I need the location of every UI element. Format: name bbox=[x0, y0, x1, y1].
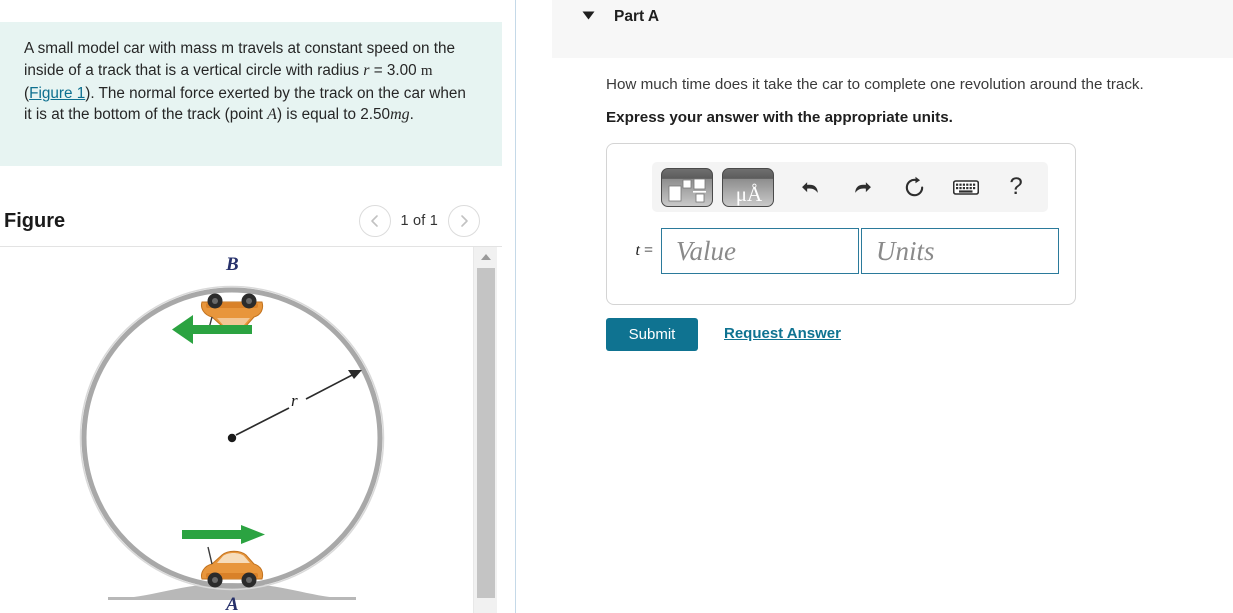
equals-sign: = bbox=[639, 242, 653, 259]
answer-entry-box: μÅ ? t = Value Units bbox=[606, 143, 1076, 305]
figure-title: Figure bbox=[4, 209, 66, 232]
radius-equation: = 3.00 bbox=[369, 61, 417, 79]
mg-expression: mg bbox=[390, 106, 410, 124]
scrollbar-up-button[interactable] bbox=[474, 247, 498, 267]
problem-text: A small model car with mass m travels at… bbox=[24, 38, 468, 126]
keyboard-icon bbox=[953, 179, 979, 195]
radius-label: r bbox=[291, 391, 298, 410]
right-pane: Part A How much time does it take the ca… bbox=[516, 0, 1233, 613]
value-placeholder: Value bbox=[676, 235, 736, 266]
left-pane: A small model car with mass m travels at… bbox=[0, 0, 514, 613]
radius-unit: m bbox=[420, 62, 433, 79]
redo-button[interactable] bbox=[842, 170, 882, 204]
units-instruction: Express your answer with the appropriate… bbox=[606, 109, 953, 126]
help-button[interactable]: ? bbox=[996, 170, 1036, 204]
answer-row: t = Value Units bbox=[625, 228, 1059, 274]
radius-line-lower bbox=[235, 407, 290, 436]
submit-button[interactable]: Submit bbox=[606, 318, 698, 351]
keyboard-button[interactable] bbox=[946, 170, 986, 204]
point-a-label-figure: A bbox=[225, 594, 239, 613]
physics-figure-diagram: r B A bbox=[79, 254, 385, 613]
units-picker-icon: μÅ bbox=[736, 182, 763, 206]
part-collapse-toggle[interactable] bbox=[576, 7, 600, 20]
center-point bbox=[227, 433, 237, 443]
answer-toolbar: μÅ ? bbox=[652, 162, 1048, 212]
figure-prev-button[interactable] bbox=[358, 205, 391, 237]
point-a-label: A bbox=[267, 106, 277, 124]
figure-1-link[interactable]: Figure 1 bbox=[29, 85, 85, 102]
car-at-point-a bbox=[201, 546, 264, 588]
figure-navigation: 1 of 1 bbox=[358, 205, 480, 237]
radius-arrowhead bbox=[348, 370, 362, 379]
figure-next-button[interactable] bbox=[448, 205, 480, 237]
math-template-button[interactable] bbox=[661, 167, 713, 207]
velocity-arrow-bottom bbox=[182, 525, 265, 544]
chevron-left-icon bbox=[370, 215, 378, 227]
question-text: How much time does it take the car to co… bbox=[606, 76, 1144, 93]
point-b-label: B bbox=[225, 254, 239, 275]
figure-scrollbar[interactable] bbox=[473, 247, 497, 613]
problem-period: . bbox=[409, 106, 414, 124]
math-template-icon bbox=[668, 178, 706, 202]
figure-viewport[interactable]: r B A bbox=[0, 247, 472, 613]
scrollbar-thumb[interactable] bbox=[477, 268, 495, 598]
redo-icon bbox=[854, 181, 871, 193]
problem-statement: A small model car with mass m travels at… bbox=[0, 22, 502, 166]
part-a-header[interactable]: Part A bbox=[552, 0, 1233, 58]
answer-variable-label: t = bbox=[625, 242, 661, 260]
triangle-up-icon bbox=[481, 254, 491, 260]
radius-line-upper bbox=[305, 371, 359, 400]
reset-icon bbox=[905, 176, 923, 196]
svg-text:μÅ: μÅ bbox=[736, 182, 763, 206]
units-placeholder: Units bbox=[876, 235, 935, 266]
help-label: ? bbox=[1009, 173, 1023, 200]
request-answer-link[interactable]: Request Answer bbox=[724, 325, 841, 342]
problem-text-part3: ) is equal to 2.50 bbox=[276, 106, 391, 124]
chevron-down-icon bbox=[582, 11, 594, 20]
part-title: Part A bbox=[614, 8, 660, 25]
chevron-right-icon bbox=[461, 215, 468, 227]
figure-counter: 1 of 1 bbox=[400, 213, 438, 229]
units-picker-button[interactable]: μÅ bbox=[722, 167, 774, 207]
page-root: A small model car with mass m travels at… bbox=[0, 0, 1233, 613]
units-input[interactable]: Units bbox=[861, 228, 1059, 274]
value-input[interactable]: Value bbox=[661, 228, 859, 274]
reset-button[interactable] bbox=[894, 170, 934, 204]
undo-icon bbox=[801, 181, 818, 193]
figure-header: Figure 1 of 1 bbox=[0, 196, 502, 246]
undo-button[interactable] bbox=[790, 170, 830, 204]
